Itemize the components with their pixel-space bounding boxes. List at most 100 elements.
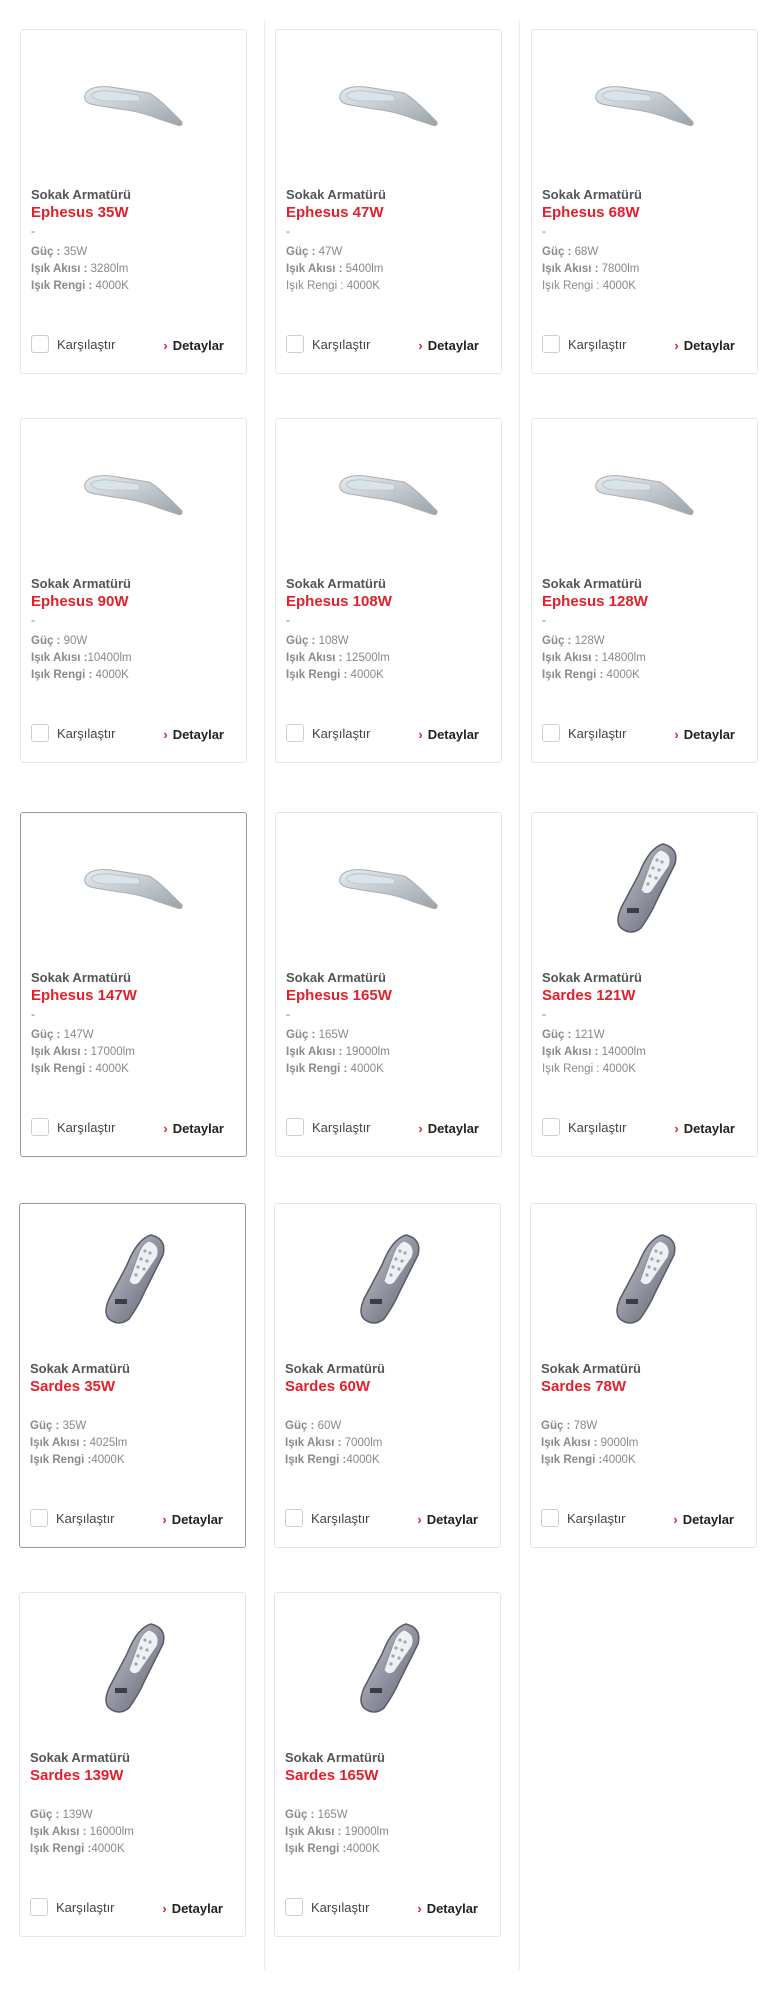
compare-label[interactable]: Karşılaştır bbox=[311, 1900, 370, 1915]
details-label[interactable]: Detaylar bbox=[172, 1512, 223, 1527]
compare-checkbox[interactable] bbox=[31, 724, 49, 742]
compare-toggle[interactable]: Karşılaştır bbox=[542, 724, 627, 742]
product-image[interactable] bbox=[276, 813, 501, 963]
details-link[interactable]: › Detaylar bbox=[673, 1512, 734, 1527]
details-label[interactable]: Detaylar bbox=[684, 727, 735, 742]
details-link[interactable]: › Detaylar bbox=[418, 727, 479, 742]
details-link[interactable]: › Detaylar bbox=[417, 1901, 478, 1916]
compare-checkbox[interactable] bbox=[286, 724, 304, 742]
product-name-link[interactable]: Ephesus 47W bbox=[286, 204, 384, 221]
compare-label[interactable]: Karşılaştır bbox=[56, 1900, 115, 1915]
details-link[interactable]: › Detaylar bbox=[418, 338, 479, 353]
compare-label[interactable]: Karşılaştır bbox=[312, 1120, 371, 1135]
compare-label[interactable]: Karşılaştır bbox=[311, 1511, 370, 1526]
product-name-link[interactable]: Sardes 60W bbox=[285, 1378, 370, 1395]
product-image[interactable] bbox=[275, 1593, 500, 1743]
compare-label[interactable]: Karşılaştır bbox=[568, 337, 627, 352]
details-link[interactable]: › Detaylar bbox=[674, 1121, 735, 1136]
details-label[interactable]: Detaylar bbox=[428, 338, 479, 353]
compare-toggle[interactable]: Karşılaştır bbox=[31, 724, 116, 742]
product-name-link[interactable]: Sardes 139W bbox=[30, 1767, 123, 1784]
compare-toggle[interactable]: Karşılaştır bbox=[542, 1118, 627, 1136]
product-name-link[interactable]: Ephesus 68W bbox=[542, 204, 640, 221]
compare-label[interactable]: Karşılaştır bbox=[312, 337, 371, 352]
compare-toggle[interactable]: Karşılaştır bbox=[286, 724, 371, 742]
details-label[interactable]: Detaylar bbox=[428, 727, 479, 742]
details-label[interactable]: Detaylar bbox=[684, 1121, 735, 1136]
details-link[interactable]: › Detaylar bbox=[162, 1901, 223, 1916]
product-name-link[interactable]: Sardes 165W bbox=[285, 1767, 378, 1784]
product-name-link[interactable]: Sardes 78W bbox=[541, 1378, 626, 1395]
details-link[interactable]: › Detaylar bbox=[163, 338, 224, 353]
product-image[interactable] bbox=[20, 1204, 245, 1354]
compare-checkbox[interactable] bbox=[30, 1509, 48, 1527]
compare-checkbox[interactable] bbox=[30, 1898, 48, 1916]
product-image[interactable] bbox=[275, 1204, 500, 1354]
product-image[interactable] bbox=[532, 813, 757, 963]
spec-value: 14800lm bbox=[598, 652, 646, 664]
compare-toggle[interactable]: Karşılaştır bbox=[541, 1509, 626, 1527]
compare-checkbox[interactable] bbox=[31, 335, 49, 353]
details-label[interactable]: Detaylar bbox=[427, 1512, 478, 1527]
product-name-link[interactable]: Ephesus 108W bbox=[286, 593, 392, 610]
details-link[interactable]: › Detaylar bbox=[674, 338, 735, 353]
details-link[interactable]: › Detaylar bbox=[162, 1512, 223, 1527]
details-label[interactable]: Detaylar bbox=[173, 727, 224, 742]
product-image[interactable] bbox=[276, 419, 501, 569]
compare-checkbox[interactable] bbox=[541, 1509, 559, 1527]
product-name-link[interactable]: Ephesus 165W bbox=[286, 987, 392, 1004]
product-image[interactable] bbox=[532, 419, 757, 569]
compare-checkbox[interactable] bbox=[286, 335, 304, 353]
product-image[interactable] bbox=[21, 30, 246, 180]
compare-label[interactable]: Karşılaştır bbox=[57, 337, 116, 352]
product-name-link[interactable]: Ephesus 35W bbox=[31, 204, 129, 221]
details-link[interactable]: › Detaylar bbox=[163, 1121, 224, 1136]
compare-toggle[interactable]: Karşılaştır bbox=[286, 1118, 371, 1136]
details-link[interactable]: › Detaylar bbox=[674, 727, 735, 742]
compare-checkbox[interactable] bbox=[542, 335, 560, 353]
compare-toggle[interactable]: Karşılaştır bbox=[30, 1509, 115, 1527]
compare-checkbox[interactable] bbox=[542, 724, 560, 742]
compare-toggle[interactable]: Karşılaştır bbox=[285, 1509, 370, 1527]
product-name-link[interactable]: Sardes 35W bbox=[30, 1378, 115, 1395]
spec-value: 68W bbox=[571, 246, 599, 258]
details-label[interactable]: Detaylar bbox=[428, 1121, 479, 1136]
compare-label[interactable]: Karşılaştır bbox=[567, 1511, 626, 1526]
details-link[interactable]: › Detaylar bbox=[163, 727, 224, 742]
compare-label[interactable]: Karşılaştır bbox=[568, 1120, 627, 1135]
product-image[interactable] bbox=[21, 419, 246, 569]
compare-checkbox[interactable] bbox=[31, 1118, 49, 1136]
product-name-link[interactable]: Sardes 121W bbox=[542, 987, 635, 1004]
compare-label[interactable]: Karşılaştır bbox=[312, 726, 371, 741]
product-image[interactable] bbox=[21, 813, 246, 963]
details-label[interactable]: Detaylar bbox=[172, 1901, 223, 1916]
compare-checkbox[interactable] bbox=[285, 1898, 303, 1916]
product-image[interactable] bbox=[531, 1204, 756, 1354]
compare-label[interactable]: Karşılaştır bbox=[57, 726, 116, 741]
compare-toggle[interactable]: Karşılaştır bbox=[31, 335, 116, 353]
product-name-link[interactable]: Ephesus 90W bbox=[31, 593, 129, 610]
product-image[interactable] bbox=[532, 30, 757, 180]
details-label[interactable]: Detaylar bbox=[427, 1901, 478, 1916]
compare-toggle[interactable]: Karşılaştır bbox=[31, 1118, 116, 1136]
compare-checkbox[interactable] bbox=[286, 1118, 304, 1136]
product-image[interactable] bbox=[276, 30, 501, 180]
compare-label[interactable]: Karşılaştır bbox=[56, 1511, 115, 1526]
product-name-link[interactable]: Ephesus 128W bbox=[542, 593, 648, 610]
compare-toggle[interactable]: Karşılaştır bbox=[30, 1898, 115, 1916]
compare-label[interactable]: Karşılaştır bbox=[57, 1120, 116, 1135]
compare-checkbox[interactable] bbox=[542, 1118, 560, 1136]
compare-toggle[interactable]: Karşılaştır bbox=[286, 335, 371, 353]
details-link[interactable]: › Detaylar bbox=[418, 1121, 479, 1136]
details-label[interactable]: Detaylar bbox=[684, 338, 735, 353]
details-label[interactable]: Detaylar bbox=[683, 1512, 734, 1527]
compare-toggle[interactable]: Karşılaştır bbox=[542, 335, 627, 353]
compare-label[interactable]: Karşılaştır bbox=[568, 726, 627, 741]
details-label[interactable]: Detaylar bbox=[173, 338, 224, 353]
compare-toggle[interactable]: Karşılaştır bbox=[285, 1898, 370, 1916]
compare-checkbox[interactable] bbox=[285, 1509, 303, 1527]
product-image[interactable] bbox=[20, 1593, 245, 1743]
details-label[interactable]: Detaylar bbox=[173, 1121, 224, 1136]
details-link[interactable]: › Detaylar bbox=[417, 1512, 478, 1527]
product-name-link[interactable]: Ephesus 147W bbox=[31, 987, 137, 1004]
